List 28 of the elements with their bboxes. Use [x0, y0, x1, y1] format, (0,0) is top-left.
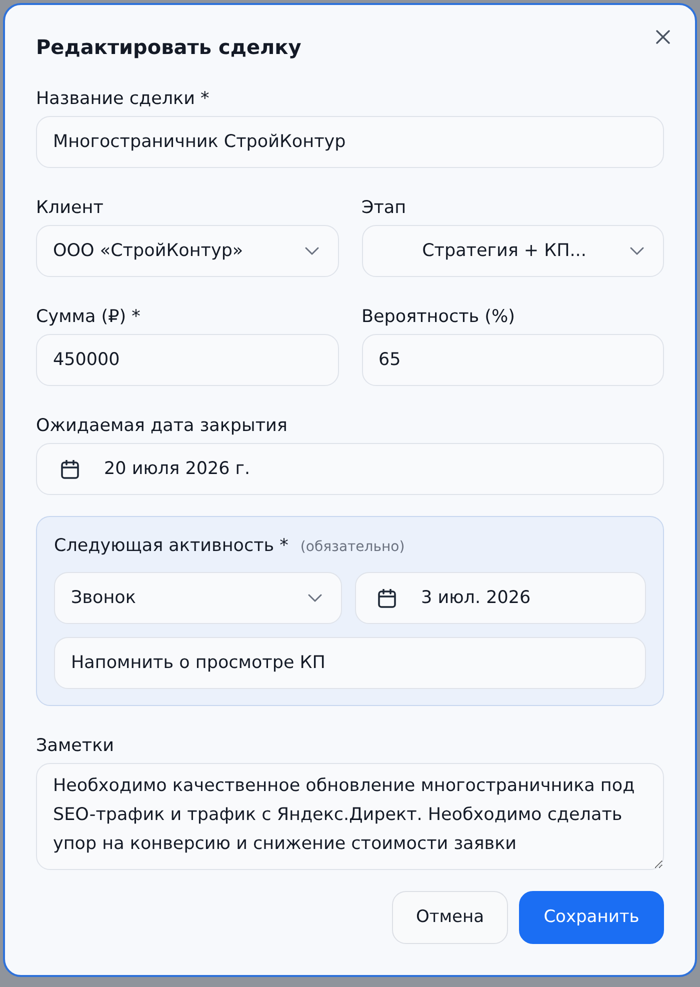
field-label: Клиент — [36, 197, 104, 220]
field-label: Вероятность (%) — [362, 306, 516, 329]
field-label: Ожидаемая дата закрытия — [36, 415, 288, 438]
date-field[interactable]: 20 июля 2026 г. — [36, 443, 664, 495]
select-field[interactable]: Звонок — [54, 572, 342, 624]
date-field[interactable]: 3 июл. 2026 — [355, 572, 646, 624]
hint-text: (обязательно) — [300, 538, 405, 557]
field-label: Сумма (₽) * — [36, 306, 142, 329]
chevron-down-icon — [304, 247, 318, 255]
chevron-down-icon — [630, 247, 644, 255]
cancel-button[interactable]: Отмена — [392, 891, 508, 944]
close-icon[interactable] — [656, 30, 670, 44]
save-button[interactable]: Сохранить — [519, 891, 664, 944]
field-label: Этап — [362, 197, 408, 220]
text-field[interactable]: Многостраничник СтройКонтур — [36, 116, 664, 168]
text-field[interactable]: 450000 — [36, 334, 338, 386]
calendar-icon — [61, 460, 79, 478]
text-field[interactable]: 65 — [362, 334, 664, 386]
field-label: Заметки — [36, 735, 116, 758]
select-field[interactable]: ООО «СтройКонтур» — [36, 225, 338, 277]
section-label: Следующая активность * — [54, 535, 288, 557]
calendar-icon — [378, 588, 396, 608]
text-field[interactable]: Напомнить о просмотре КП — [54, 637, 646, 689]
field-label: Название сделки * — [36, 88, 210, 111]
select-field[interactable]: Стратегия + КП... — [362, 225, 664, 277]
dialog-title: Редактировать сделку — [36, 34, 302, 61]
notes-field[interactable]: Необходимо качественное обновление многостраничника под SEO-трафик и трафик с Яндекс.Директ. Необходимо сделать упор на конверсию и снижение стоимости заявки — [36, 763, 664, 870]
chevron-down-icon — [308, 594, 322, 602]
